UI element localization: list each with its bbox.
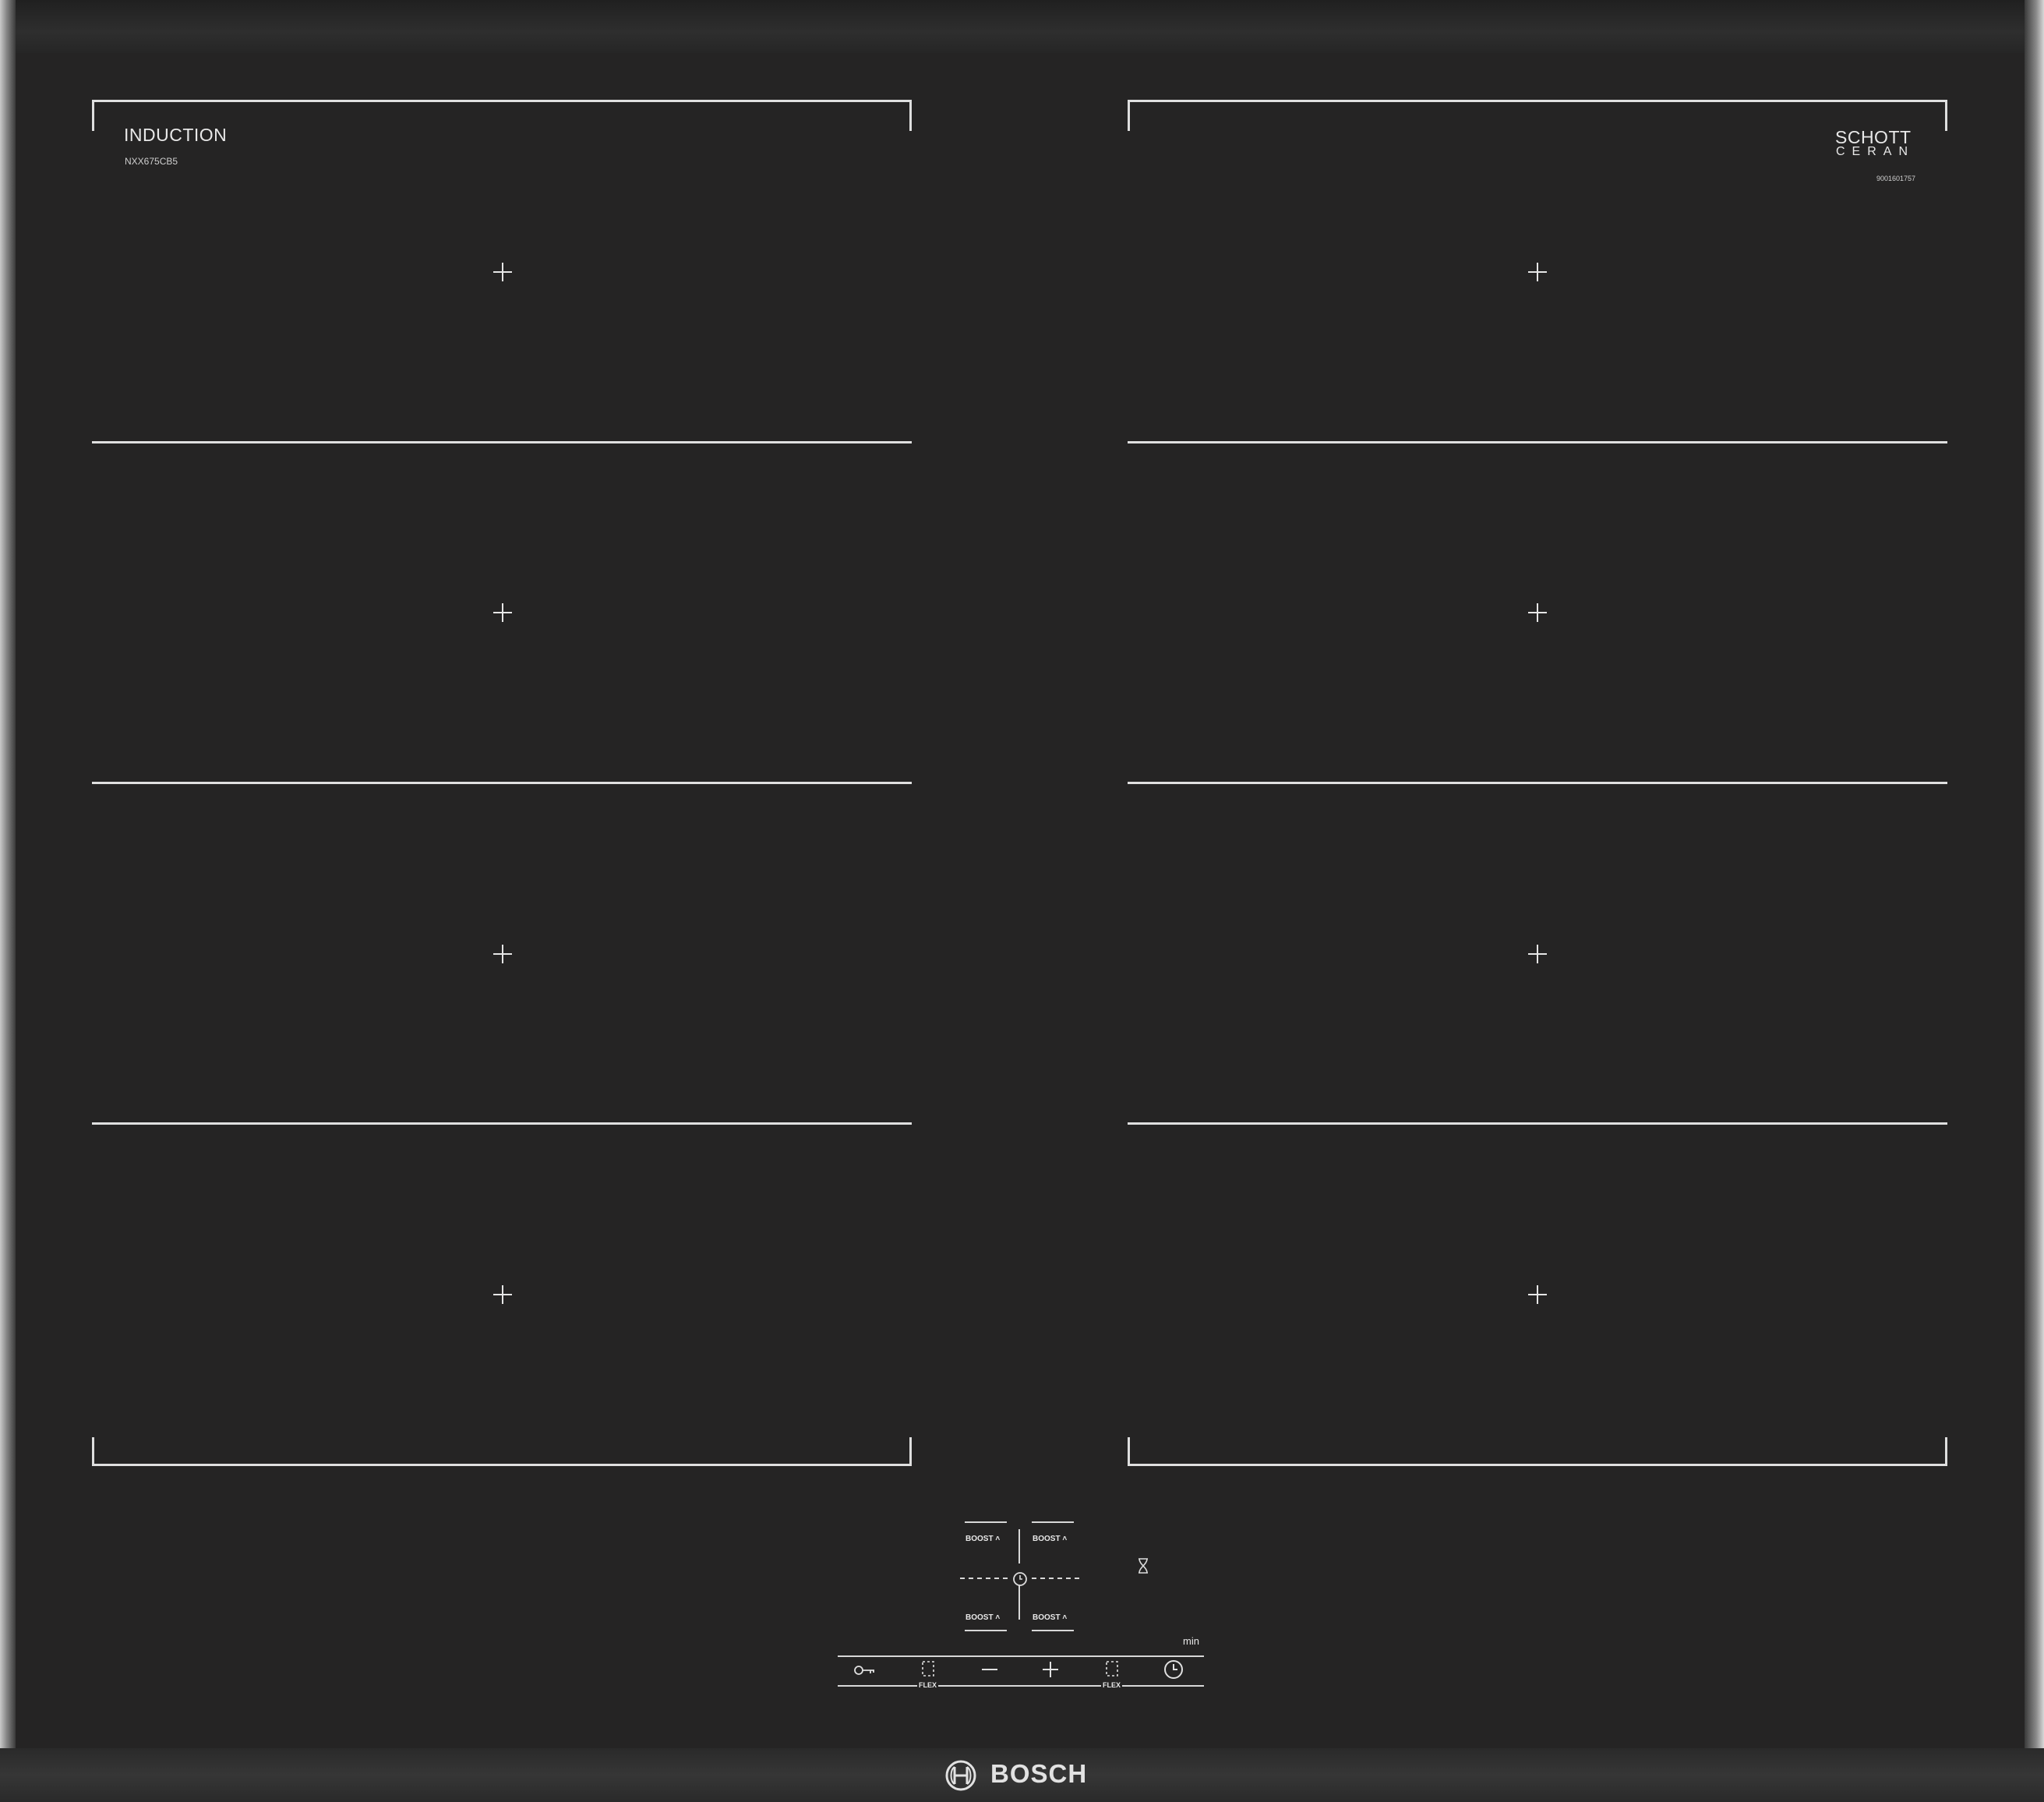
key-icon[interactable]: [853, 1662, 878, 1679]
glass-maker-line2: CERAN: [1836, 145, 1915, 158]
boost-label: BOOST: [966, 1535, 994, 1543]
zone-select-bottom-left[interactable]: [965, 1630, 1007, 1631]
left-zone-divider-3[interactable]: [92, 1122, 912, 1125]
product-type-label: INDUCTION: [124, 125, 228, 145]
selector-dash-right: [1032, 1578, 1080, 1579]
zone-select-top-left[interactable]: [965, 1521, 1007, 1523]
control-bar-top-line: [838, 1655, 1204, 1657]
cooking-zone-marker[interactable]: [1528, 945, 1547, 963]
right-zone-top-corner: [1128, 100, 1947, 131]
plus-icon[interactable]: [1041, 1660, 1060, 1679]
selector-dash-left: [960, 1578, 1008, 1579]
cooking-zone-marker[interactable]: [1528, 1285, 1547, 1304]
boost-bottom-right[interactable]: BOOST ˄: [1033, 1613, 1067, 1622]
boost-chevron-icon: ˄: [995, 1535, 1001, 1543]
cooking-zone-marker[interactable]: [493, 1285, 512, 1304]
zone-select-bottom-right[interactable]: [1032, 1630, 1074, 1631]
right-zone-divider-1[interactable]: [1128, 441, 1947, 443]
selector-vertical-top: [1018, 1529, 1020, 1564]
cooking-zone-marker[interactable]: [493, 945, 512, 963]
cooking-zone-marker[interactable]: [493, 263, 512, 281]
boost-label: BOOST: [1033, 1535, 1061, 1543]
boost-label: BOOST: [966, 1613, 994, 1622]
hourglass-icon[interactable]: [1136, 1557, 1150, 1574]
right-zone-divider-3[interactable]: [1128, 1122, 1947, 1125]
boost-chevron-icon: ˄: [1062, 1613, 1068, 1622]
boost-label: BOOST: [1033, 1613, 1061, 1622]
right-zone-top-line: [1128, 100, 1947, 102]
timer-unit-label: min: [1183, 1635, 1199, 1647]
boost-top-left[interactable]: BOOST ˄: [966, 1535, 1000, 1543]
right-zone-bottom-line: [1128, 1464, 1947, 1466]
boost-chevron-icon: ˄: [1062, 1535, 1068, 1543]
zone-select-top-right[interactable]: [1032, 1521, 1074, 1523]
zone-timer-clock-icon[interactable]: [1011, 1571, 1029, 1588]
boost-top-right[interactable]: BOOST ˄: [1033, 1535, 1067, 1543]
serial-number: 9001601757: [1876, 175, 1916, 182]
control-bar-bottom-line: [838, 1685, 1204, 1687]
frame-left-edge: [0, 0, 16, 1802]
schott-ceran-logo: SCHOTT CERAN: [1835, 127, 1929, 166]
induction-hob: INDUCTION NXX675CB5 SCHOTT CERAN 9001601…: [0, 0, 2044, 1802]
ceramic-glass-surface: [16, 53, 2025, 1748]
flex-right-label: FLEX: [1101, 1681, 1123, 1689]
cooking-zone-marker[interactable]: [1528, 263, 1547, 281]
selector-vertical-bottom: [1018, 1585, 1020, 1620]
model-number: NXX675CB5: [125, 156, 178, 167]
bosch-armature-icon: [945, 1760, 976, 1791]
bosch-logo: BOSCH: [944, 1758, 1100, 1793]
left-zone-divider-1[interactable]: [92, 441, 912, 443]
manufacturer-name: BOSCH: [990, 1759, 1088, 1788]
frame-right-edge: [2025, 0, 2044, 1802]
left-zone-bottom-line: [92, 1464, 912, 1466]
boost-bottom-left[interactable]: BOOST ˄: [966, 1613, 1000, 1622]
left-zone-top-line: [92, 100, 912, 102]
left-zone-divider-2[interactable]: [92, 782, 912, 784]
cooking-zone-marker[interactable]: [1528, 603, 1547, 622]
right-zone-divider-2[interactable]: [1128, 782, 1947, 784]
minus-icon[interactable]: [980, 1662, 999, 1677]
flex-right-icon[interactable]: [1103, 1660, 1121, 1677]
clock-icon[interactable]: [1163, 1659, 1184, 1680]
boost-chevron-icon: ˄: [995, 1613, 1001, 1622]
cooking-zone-marker[interactable]: [493, 603, 512, 622]
left-zone-bottom-corner: [92, 1437, 912, 1466]
flex-left-label: FLEX: [917, 1681, 939, 1689]
frame-top-edge: [0, 0, 2044, 53]
right-zone-bottom-corner: [1128, 1437, 1947, 1466]
flex-left-icon[interactable]: [920, 1660, 937, 1677]
